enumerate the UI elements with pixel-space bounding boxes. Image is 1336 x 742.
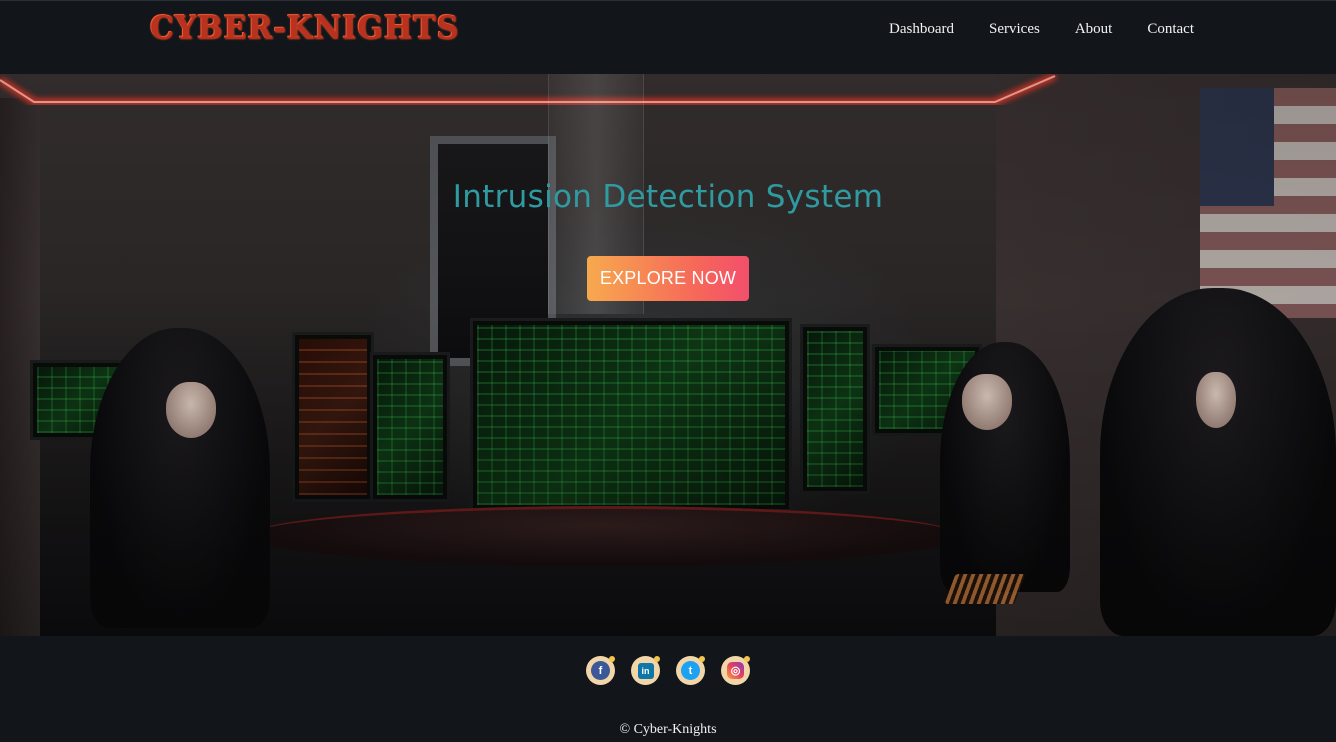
footer: f in t ◎ © Cyber-Knights [0, 636, 1336, 742]
explore-now-button[interactable]: EXPLORE NOW [587, 256, 749, 301]
page: CYBER-KNIGHTS Dashboard Services About C… [0, 0, 1336, 742]
nav-about-link[interactable]: About [1075, 21, 1113, 38]
twitter-icon: t [681, 661, 700, 680]
site-logo[interactable]: CYBER-KNIGHTS [150, 10, 459, 47]
nav-services-link[interactable]: Services [989, 21, 1040, 38]
linkedin-link[interactable]: in [631, 656, 660, 685]
facebook-icon: f [591, 661, 610, 680]
hero-background-image [0, 74, 1336, 636]
instagram-icon: ◎ [727, 662, 744, 679]
hero-section: Intrusion Detection System EXPLORE NOW [0, 74, 1336, 636]
copyright-text: © Cyber-Knights [619, 722, 717, 737]
facebook-link[interactable]: f [586, 656, 615, 685]
nav-contact-link[interactable]: Contact [1147, 21, 1194, 38]
main-nav: Dashboard Services About Contact [889, 21, 1194, 38]
instagram-link[interactable]: ◎ [721, 656, 750, 685]
hero-title: Intrusion Detection System [452, 179, 884, 215]
linkedin-icon: in [637, 662, 654, 679]
social-links: f in t ◎ [0, 656, 1336, 685]
nav-dashboard-link[interactable]: Dashboard [889, 21, 954, 38]
twitter-link[interactable]: t [676, 656, 705, 685]
navbar: CYBER-KNIGHTS Dashboard Services About C… [0, 0, 1336, 74]
hero-overlay [0, 74, 1336, 636]
